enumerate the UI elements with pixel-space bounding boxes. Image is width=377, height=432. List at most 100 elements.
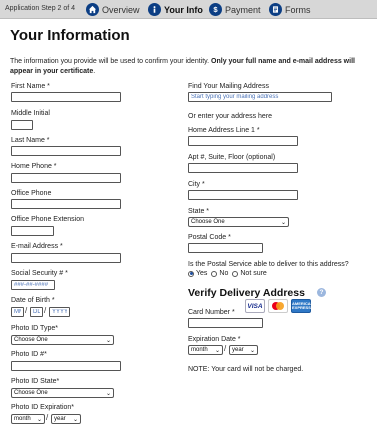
- photo-id-number-input[interactable]: [11, 361, 121, 371]
- city-label: City *: [188, 181, 205, 188]
- date-separator: /: [44, 306, 47, 315]
- address-search-input[interactable]: [188, 92, 332, 102]
- photo-id-expiration-label: Photo ID Expiration*: [11, 404, 75, 411]
- month-value: month: [191, 347, 208, 353]
- photo-id-type-select[interactable]: Choose One ⌄: [11, 335, 114, 345]
- radio-yes-label: Yes: [196, 270, 208, 277]
- card-number-input[interactable]: [188, 318, 263, 328]
- email-label: E-mail Address *: [11, 243, 63, 250]
- postal-code-input[interactable]: [188, 243, 263, 253]
- dob-day-input[interactable]: [30, 307, 43, 317]
- nav-forms-label: Forms: [285, 4, 311, 15]
- date-separator: /: [46, 413, 49, 422]
- postal-code-label: Postal Code *: [188, 234, 231, 241]
- month-value: month: [14, 416, 31, 422]
- first-name-label: First Name *: [11, 83, 50, 90]
- last-name-input[interactable]: [11, 146, 121, 156]
- radio-not-sure-button[interactable]: [232, 270, 239, 277]
- nav-your-info[interactable]: Your Info: [148, 2, 203, 17]
- radio-no-label: No: [219, 270, 229, 277]
- chevron-down-icon: ⌄: [105, 390, 111, 397]
- chevron-down-icon: ⌄: [280, 219, 286, 226]
- state-label: State *: [188, 208, 210, 215]
- year-value: year: [232, 347, 244, 353]
- address-line1-label: Home Address Line 1 *: [188, 127, 260, 134]
- chevron-down-icon: ⌄: [214, 347, 220, 354]
- dob-month-input[interactable]: [11, 307, 24, 317]
- chevron-down-icon: ⌄: [249, 347, 255, 354]
- card-note: NOTE: Your card will not be charged.: [188, 366, 304, 373]
- home-phone-input[interactable]: [11, 173, 121, 183]
- radio-yes-button[interactable]: [188, 270, 194, 277]
- dob-year-input[interactable]: [49, 307, 70, 317]
- chevron-down-icon: ⌄: [36, 416, 42, 423]
- radio-not-sure-label: Not sure: [240, 270, 267, 277]
- office-phone-input[interactable]: [11, 199, 121, 209]
- card-exp-month-select[interactable]: month ⌄: [188, 345, 223, 355]
- radio-no[interactable]: No: [211, 270, 228, 277]
- nav-your-info-label: Your Info: [164, 4, 203, 15]
- intro-text-end: .: [93, 67, 96, 75]
- intro-text: The information you provide will be used…: [10, 57, 365, 76]
- photo-id-type-value: Choose One: [14, 337, 48, 343]
- office-ext-input[interactable]: [11, 226, 54, 236]
- photo-id-exp-month-select[interactable]: month ⌄: [11, 414, 45, 424]
- mastercard-logo: [268, 299, 288, 313]
- info-icon: [148, 3, 161, 16]
- nav-forms[interactable]: Forms: [269, 2, 311, 17]
- dob-label: Date of Birth *: [11, 297, 55, 304]
- visa-logo: VISA: [245, 299, 265, 313]
- year-value: year: [54, 416, 66, 422]
- radio-not-sure[interactable]: Not sure: [232, 270, 267, 277]
- deliver-question: Is the Postal Service able to deliver to…: [188, 261, 349, 268]
- state-value: Choose One: [191, 219, 225, 225]
- ssn-label: Social Security # *: [11, 270, 68, 277]
- office-ext-label: Office Phone Extension: [11, 216, 85, 223]
- home-phone-label: Home Phone *: [11, 163, 57, 170]
- amex-logo-text: AMERICAN EXPRESS: [292, 300, 314, 310]
- home-icon: [86, 3, 99, 16]
- apt-label: Apt #, Suite, Floor (optional): [188, 154, 276, 161]
- address-line1-input[interactable]: [188, 136, 298, 146]
- state-select[interactable]: Choose One ⌄: [188, 217, 289, 227]
- date-separator: /: [224, 344, 227, 353]
- nav-payment-label: Payment: [225, 4, 261, 15]
- office-phone-label: Office Phone: [11, 190, 52, 197]
- photo-id-number-label: Photo ID #*: [11, 351, 47, 358]
- email-input[interactable]: [11, 253, 121, 263]
- date-separator: /: [25, 306, 28, 315]
- photo-id-state-select[interactable]: Choose One ⌄: [11, 388, 114, 398]
- card-number-label: Card Number *: [188, 309, 235, 316]
- step-indicator: Application Step 2 of 4: [5, 5, 76, 12]
- expiration-label: Expiration Date *: [188, 336, 241, 343]
- radio-yes[interactable]: Yes: [188, 270, 207, 277]
- nav-overview-label: Overview: [102, 4, 140, 15]
- radio-no-button[interactable]: [211, 270, 218, 277]
- help-icon[interactable]: ?: [317, 288, 326, 297]
- city-input[interactable]: [188, 190, 298, 200]
- chevron-down-icon: ⌄: [72, 416, 78, 423]
- deliver-radio-group: Yes No Not sure: [188, 270, 271, 277]
- middle-initial-label: Middle Initial: [11, 110, 50, 117]
- photo-id-state-value: Choose One: [14, 390, 48, 396]
- amex-logo: AMERICAN EXPRESS: [291, 299, 314, 313]
- forms-icon: [269, 3, 282, 16]
- page-title: Your Information: [10, 27, 130, 44]
- progress-bar: Application Step 2 of 4 Overview Your In…: [0, 0, 377, 19]
- dollar-icon: $: [209, 3, 222, 16]
- card-exp-year-select[interactable]: year ⌄: [229, 345, 258, 355]
- middle-initial-input[interactable]: [11, 120, 33, 130]
- intro-text-regular: The information you provide will be used…: [10, 58, 212, 65]
- verify-heading: Verify Delivery Address: [188, 287, 305, 299]
- nav-payment[interactable]: $ Payment: [209, 2, 261, 17]
- find-address-label: Find Your Mailing Address: [188, 83, 269, 90]
- nav-overview[interactable]: Overview: [86, 2, 140, 17]
- chevron-down-icon: ⌄: [105, 337, 111, 344]
- photo-id-type-label: Photo ID Type*: [11, 325, 58, 332]
- photo-id-state-label: Photo ID State*: [11, 378, 60, 385]
- photo-id-exp-year-select[interactable]: year ⌄: [51, 414, 81, 424]
- ssn-input[interactable]: [11, 280, 55, 290]
- or-enter-address-text: Or enter your address here: [188, 113, 273, 120]
- first-name-input[interactable]: [11, 92, 121, 102]
- apt-input[interactable]: [188, 163, 298, 173]
